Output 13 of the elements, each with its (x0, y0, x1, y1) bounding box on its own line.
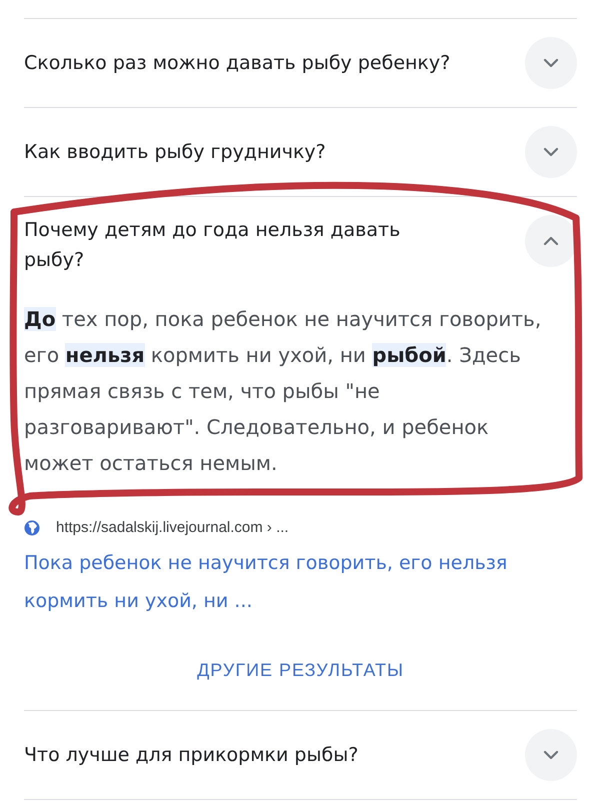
source-url[interactable]: https://sadalskij.livejournal.com › ... (56, 519, 289, 536)
expand-button[interactable] (525, 126, 577, 178)
result-link[interactable]: Пока ребенок не научится говорить, его нельзя кормить ни ухой, ни ... (24, 544, 577, 620)
question-text[interactable]: Сколько раз можно давать рыбу ребенку? (24, 48, 450, 78)
collapse-button[interactable] (525, 215, 577, 267)
more-results-button[interactable]: ДРУГИЕ РЕЗУЛЬТАТЫ (185, 652, 416, 689)
question-text[interactable]: Почему детям до года нельзя давать рыбу? (24, 215, 454, 275)
expand-button[interactable] (525, 37, 577, 89)
expand-button[interactable] (525, 729, 577, 781)
globe-icon (24, 520, 40, 536)
answer-text: До тех пор, пока ребенок не научится говорить, его нельзя кормить ни ухой, ни рыбой. Здесь прямая связь с тем, что рыбы "не разговаривают". Следовательно, и ребенок может остаться немым. (24, 306, 542, 477)
question-text[interactable]: Как вводить рыбу грудничку? (24, 137, 326, 167)
question-text[interactable]: Что лучше для прикормки рыбы? (24, 740, 358, 770)
